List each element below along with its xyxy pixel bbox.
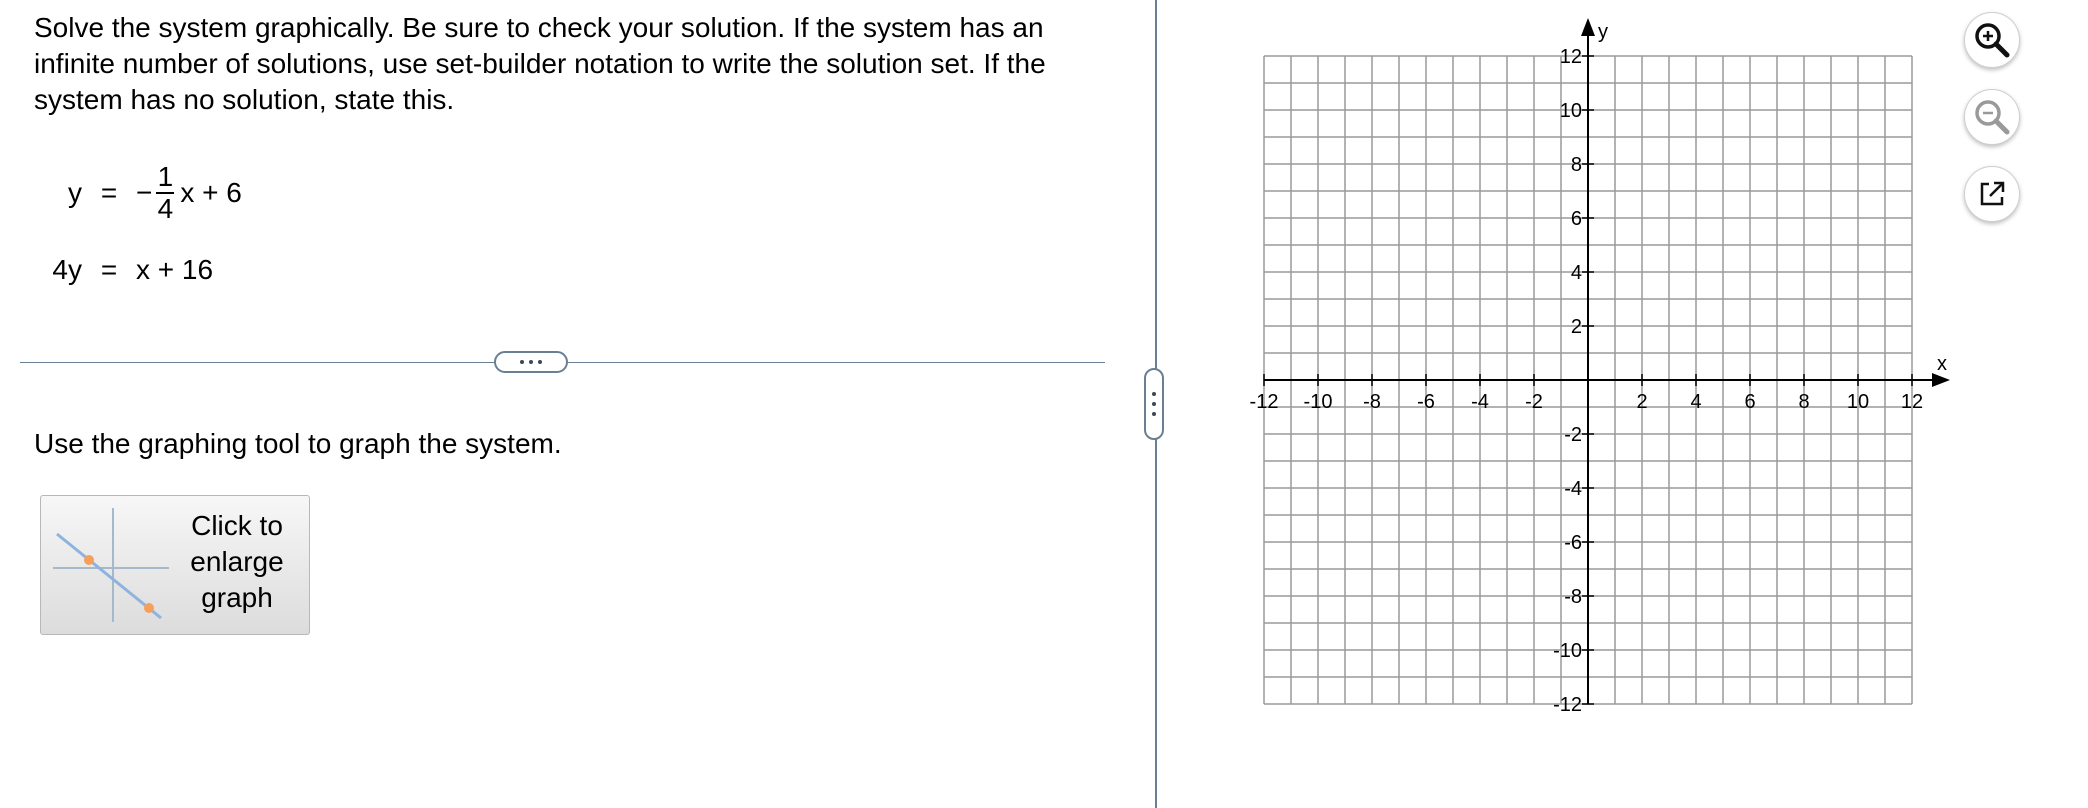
y-axis-label: y (1598, 21, 1608, 43)
y-tick-label: 10 (1560, 100, 1582, 122)
y-axis-arrow (1581, 18, 1595, 36)
y-tick-label: 2 (1571, 316, 1582, 338)
instructions-text: Solve the system graphically. Be sure to… (34, 12, 1046, 115)
handle-dot (1152, 402, 1156, 406)
y-tick-label: 6 (1571, 208, 1582, 230)
expand-more-button[interactable] (494, 351, 568, 373)
zoom-in-icon (1975, 23, 2010, 58)
fraction-denominator: 4 (157, 193, 174, 224)
x-axis-label: x (1937, 353, 1947, 375)
graphing-area[interactable]: x y -12 -10 -8 -6 -4 -2 2 4 6 8 10 12 12 10 8 6 4 2 -2 -4 -6 -8… (1240, 10, 1980, 730)
y-tick-label: 4 (1571, 262, 1582, 284)
ellipsis-dot (520, 360, 524, 364)
x-tick-label: 2 (1636, 391, 1647, 413)
fraction-numerator: 1 (157, 161, 174, 192)
y-tick-label: -12 (1553, 694, 1582, 716)
equation-2-rhs: x + 16 (136, 254, 214, 285)
x-tick-label: -8 (1363, 391, 1381, 413)
equation-2-sign: = (100, 254, 118, 285)
handle-dot (1152, 412, 1156, 416)
equation-2: 4y = x + 16 (0, 254, 213, 286)
x-tick-label: -2 (1525, 391, 1543, 413)
zoom-out-button[interactable] (1964, 89, 2020, 145)
fraction: 1 4 (156, 161, 175, 224)
x-tick-label: 4 (1690, 391, 1701, 413)
y-tick-label: -2 (1564, 424, 1582, 446)
ellipsis-dot (538, 360, 542, 364)
enlarge-graph-label: Click to enlarge graph (190, 510, 284, 613)
y-tick-label: -8 (1564, 586, 1582, 608)
question-pane: Solve the system graphically. Be sure to… (0, 0, 1150, 808)
zoom-in-button[interactable] (1964, 12, 2020, 68)
equation-1: y = − 1 4 x + 6 (0, 162, 242, 224)
x-axis-arrow (1932, 373, 1950, 387)
equation-1-rhs: x + 6 (180, 177, 242, 208)
y-tick-label: 12 (1560, 46, 1582, 68)
x-tick-label: 6 (1744, 391, 1755, 413)
y-tick-label: -10 (1553, 640, 1582, 662)
tool-prompt-text: Use the graphing tool to graph the syste… (34, 428, 562, 459)
x-tick-label: -4 (1471, 391, 1489, 413)
y-tick-label: 8 (1571, 154, 1582, 176)
graph-thumbnail-icon (53, 508, 169, 622)
handle-dot (1152, 392, 1156, 396)
y-tick-label: -4 (1564, 478, 1582, 500)
equation-1-lhs: y (68, 177, 82, 208)
x-tick-label: -12 (1250, 391, 1279, 413)
zoom-out-icon (1975, 100, 2010, 135)
equation-1-sign: = (100, 177, 118, 208)
x-tick-label: -6 (1417, 391, 1435, 413)
equation-1-minus: − (136, 177, 153, 208)
pop-out-button[interactable] (1964, 166, 2020, 222)
y-tick-label: -6 (1564, 532, 1582, 554)
x-tick-label: 12 (1901, 391, 1923, 413)
x-tick-label: -10 (1304, 391, 1333, 413)
enlarge-graph-button[interactable]: Click to enlarge graph (40, 495, 310, 635)
pane-resize-handle[interactable] (1144, 368, 1164, 440)
ellipsis-dot (529, 360, 533, 364)
x-tick-label: 8 (1798, 391, 1809, 413)
pop-out-icon (1980, 181, 2005, 206)
equation-2-lhs: 4y (52, 254, 82, 285)
x-tick-label: 10 (1847, 391, 1869, 413)
